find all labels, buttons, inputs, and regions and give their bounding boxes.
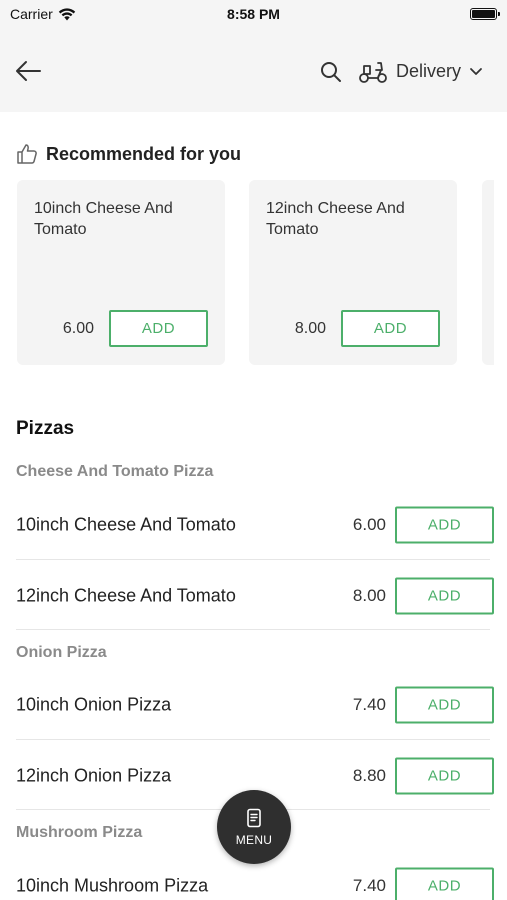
add-button[interactable]: ADD <box>395 757 494 795</box>
menu-item-row[interactable]: 12inch Cheese And Tomato 8.00 ADD <box>16 561 494 631</box>
item-name: 10inch Mushroom Pizza <box>16 875 209 896</box>
card-item-name: 12inch Cheese And Tomato <box>266 200 405 238</box>
item-price: 7.40 <box>352 876 386 895</box>
search-button[interactable] <box>319 60 343 84</box>
add-button[interactable]: ADD <box>395 686 494 724</box>
divider <box>16 559 490 560</box>
add-button[interactable]: ADD <box>395 577 494 615</box>
section-title: Pizzas <box>16 418 75 439</box>
menu-item-row[interactable]: 10inch Cheese And Tomato 6.00 ADD <box>16 490 494 560</box>
recommended-header: Recommended for you <box>16 143 241 165</box>
add-button[interactable]: ADD <box>395 867 494 900</box>
item-price: 8.80 <box>352 766 386 785</box>
status-bar: Carrier 8:58 PM <box>0 0 507 30</box>
delivery-selector[interactable]: Delivery <box>358 56 483 86</box>
card-item-price: 8.00 <box>294 320 326 337</box>
item-price: 7.40 <box>352 695 386 714</box>
recommended-title: Recommended for you <box>46 143 242 164</box>
add-button[interactable]: ADD <box>395 506 494 544</box>
delivery-label: Delivery <box>396 60 462 81</box>
category-title: Cheese And Tomato Pizza <box>16 463 214 480</box>
category-title: Onion Pizza <box>16 644 107 661</box>
search-icon <box>321 62 341 82</box>
battery-icon <box>470 8 500 20</box>
arrow-left-icon <box>16 61 41 81</box>
menu-item-row[interactable]: 10inch Onion Pizza 7.40 ADD <box>16 670 494 740</box>
add-button[interactable]: ADD <box>109 310 208 347</box>
item-price: 6.00 <box>352 515 386 534</box>
recommended-card[interactable]: 12inch Cheese And Tomato 8.00 ADD <box>249 180 457 365</box>
scooter-icon <box>359 62 387 83</box>
divider <box>16 629 490 630</box>
category-title: Mushroom Pizza <box>16 824 143 841</box>
chevron-down-icon <box>470 68 482 75</box>
thumbs-up-icon <box>17 144 37 164</box>
item-name: 12inch Onion Pizza <box>16 765 172 786</box>
item-name: 10inch Onion Pizza <box>16 694 172 715</box>
back-button[interactable] <box>14 58 44 84</box>
add-button[interactable]: ADD <box>341 310 440 347</box>
divider <box>16 739 490 740</box>
item-name: 10inch Cheese And Tomato <box>16 514 236 535</box>
menu-book-icon <box>247 808 261 827</box>
recommended-card[interactable]: 10inch Cheese And Tomato 6.00 ADD <box>17 180 225 365</box>
status-time: 8:58 PM <box>227 6 280 22</box>
card-item-price: 6.00 <box>62 320 94 337</box>
app-header: Delivery <box>0 30 507 112</box>
item-name: 12inch Cheese And Tomato <box>16 585 236 606</box>
menu-fab-label: MENU <box>235 832 273 847</box>
item-price: 8.00 <box>352 586 386 605</box>
card-item-name: 10inch Cheese And Tomato <box>34 200 173 238</box>
menu-fab-button[interactable]: MENU <box>217 790 291 864</box>
recommended-card-peek[interactable] <box>482 180 494 365</box>
